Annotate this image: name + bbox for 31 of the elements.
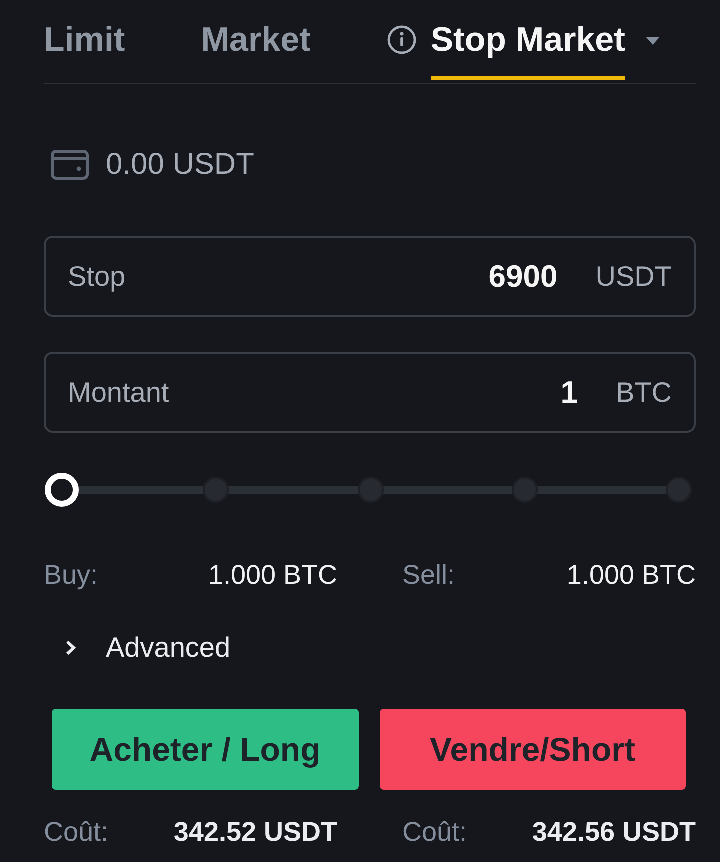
field-value: 6900: [488, 258, 558, 294]
step-dot-icon: [358, 477, 384, 503]
amount-value: 1.000 BTC: [208, 560, 338, 590]
cost-label: Coût:: [44, 816, 109, 848]
sell-button[interactable]: Vendre/Short: [380, 709, 686, 790]
cost-value: 342.56 USDT: [532, 816, 696, 848]
advanced-toggle[interactable]: Advanced: [44, 630, 231, 666]
cost-value: 342.52 USDT: [174, 816, 338, 848]
step-dot-icon: [203, 477, 230, 503]
order-type-tab[interactable]: Limit: [44, 20, 126, 80]
input-field[interactable]: Montant 1 BTC: [44, 352, 696, 433]
field-value: 1: [560, 374, 578, 410]
balance-text: 0.00 USDT: [106, 147, 254, 183]
field-label: Stop: [68, 260, 126, 292]
field-label: Montant: [68, 376, 170, 408]
unit-label: BTC: [616, 376, 672, 408]
order-type-tab[interactable]: Stop Market: [386, 20, 660, 80]
caret-icon: [646, 37, 660, 45]
slider-thumb[interactable]: [45, 473, 79, 507]
info-icon: [386, 25, 417, 55]
buy-button[interactable]: Acheter / Long: [52, 709, 358, 790]
order-type-tab[interactable]: Market: [201, 20, 311, 80]
step-dot-icon: [512, 477, 538, 503]
wallet-icon: [51, 150, 89, 180]
step-dot-icon: [666, 477, 692, 503]
amount-value: 1.000 BTC: [566, 560, 696, 590]
amount-label: Buy:: [44, 560, 98, 590]
input-field[interactable]: Stop 6900 USDT: [44, 236, 696, 317]
unit-label: USDT: [596, 260, 672, 292]
cost-label: Coût:: [402, 816, 468, 848]
amount-label: Sell:: [402, 560, 456, 590]
